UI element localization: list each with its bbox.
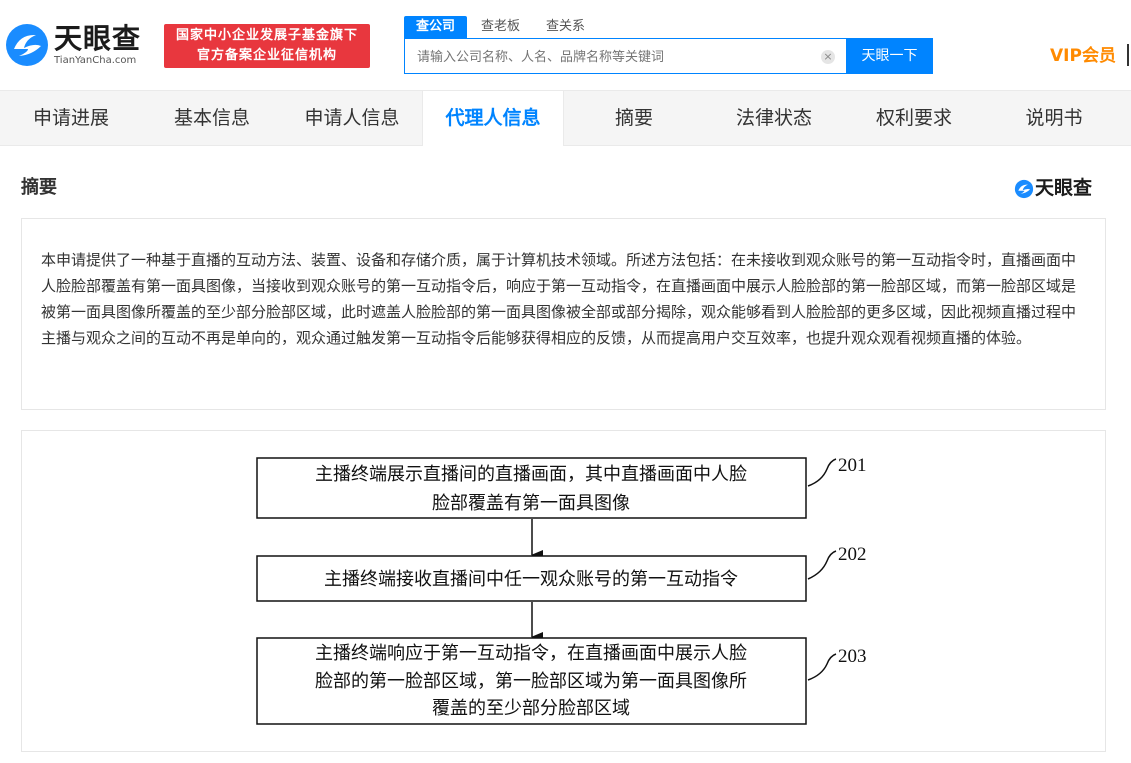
flow-step-3-ref: 203 [838, 646, 867, 667]
search-input[interactable] [415, 39, 815, 73]
abstract-text: 本申请提供了一种基于直播的互动方法、装置、设备和存储介质，属于计算机技术领域。所… [41, 251, 1077, 347]
badge-line-1: 国家中小企业发展子基金旗下 [175, 28, 358, 43]
flow-step-1-line-2: 脸部覆盖有第一面具图像 [432, 493, 630, 514]
flow-step-3-line-3: 覆盖的至少部分脸部区域 [432, 698, 630, 719]
tab-applicant-info[interactable]: 申请人信息 [282, 91, 422, 146]
tab-description[interactable]: 说明书 [984, 91, 1124, 146]
flow-step-3-line-1: 主播终端响应于第一互动指令，在直播画面中展示人脸 [315, 643, 747, 664]
vip-member-link[interactable]: VIP会员 [1050, 44, 1116, 68]
tab-claims[interactable]: 权利要求 [844, 91, 984, 146]
flow-step-2-ref: 202 [838, 544, 867, 565]
search-tab-relation[interactable]: 查关系 [546, 16, 585, 38]
tianyancha-logo[interactable]: 天眼查 TianYanCha.com [4, 22, 154, 68]
leader-line-201 [807, 458, 837, 487]
search-box: × 天眼一下 [404, 38, 933, 74]
abstract-figure: 主播终端展示直播间的直播画面，其中直播画面中人脸 脸部覆盖有第一面具图像 201… [21, 430, 1106, 752]
search-button[interactable]: 天眼一下 [846, 38, 933, 74]
tab-legal-status[interactable]: 法律状态 [704, 91, 844, 146]
credential-badge: 国家中小企业发展子基金旗下 官方备案企业征信机构 [164, 24, 370, 68]
top-header: 天眼查 TianYanCha.com 国家中小企业发展子基金旗下 官方备案企业征… [0, 0, 1131, 90]
detail-nav-tabs: 申请进展 基本信息 申请人信息 代理人信息 摘要 法律状态 权利要求 说明书 [0, 90, 1131, 146]
flow-step-1-ref: 201 [838, 455, 867, 476]
abstract-card: 本申请提供了一种基于直播的互动方法、装置、设备和存储介质，属于计算机技术领域。所… [21, 218, 1106, 410]
logo-mark-icon [6, 24, 48, 66]
tab-agent-info[interactable]: 代理人信息 [422, 91, 564, 146]
leader-line-202 [807, 550, 837, 580]
tab-basic-info[interactable]: 基本信息 [142, 91, 282, 146]
search-tab-company[interactable]: 查公司 [404, 16, 468, 38]
section-title-abstract: 摘要 [21, 177, 57, 198]
logo-title: 天眼查 [54, 22, 142, 55]
flowchart: 主播终端展示直播间的直播画面，其中直播画面中人脸 脸部覆盖有第一面具图像 201… [256, 455, 867, 725]
search-tab-boss[interactable]: 查老板 [481, 16, 520, 38]
flow-step-3-line-2: 脸部的第一脸部区域，第一脸部区域为第一面具图像所 [315, 671, 747, 692]
clear-icon[interactable]: × [821, 50, 835, 64]
leader-line-203 [807, 653, 837, 681]
brand-text: 天眼查 [1035, 177, 1093, 199]
tab-application-progress[interactable]: 申请进展 [0, 91, 142, 146]
badge-line-2: 官方备案企业征信机构 [196, 48, 337, 63]
tab-abstract[interactable]: 摘要 [564, 91, 704, 146]
brand-mark-icon [1014, 179, 1034, 199]
flow-step-1-line-1: 主播终端展示直播间的直播画面，其中直播画面中人脸 [315, 464, 747, 485]
flow-step-2-line-1: 主播终端接收直播间中任一观众账号的第一互动指令 [324, 569, 738, 590]
header-divider [1127, 44, 1129, 66]
logo-domain: TianYanCha.com [54, 55, 137, 66]
